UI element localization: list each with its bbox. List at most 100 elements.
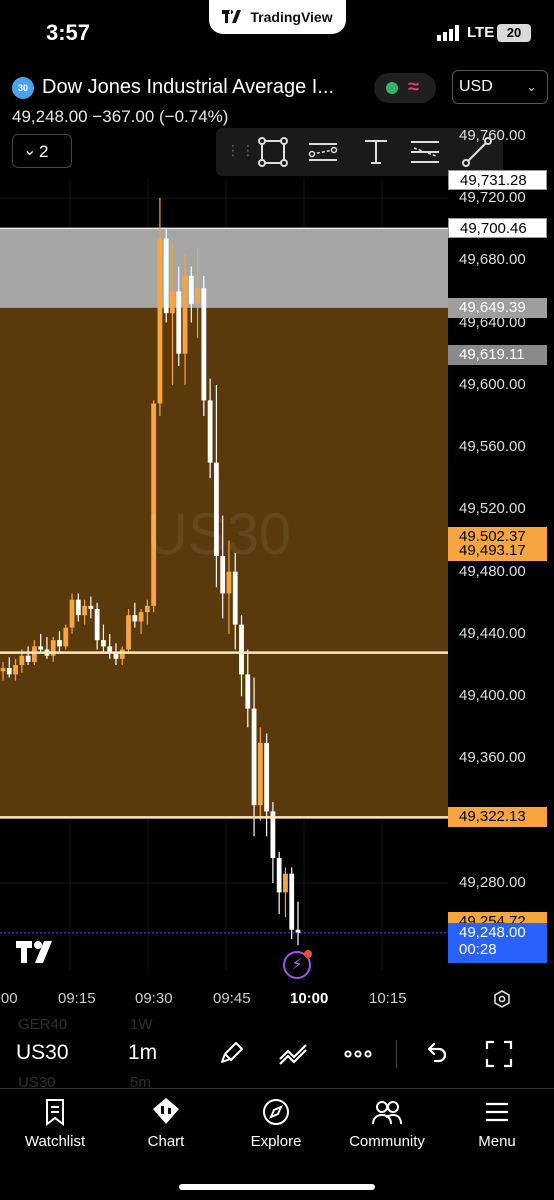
candle-body [75, 599, 81, 616]
candle-body [182, 275, 188, 354]
parallel-channel-tool-icon[interactable] [306, 136, 340, 168]
candle-body [201, 288, 207, 401]
candle-body [283, 873, 288, 893]
price-zone [0, 228, 448, 308]
price-tag: 49,649.39 [448, 297, 547, 318]
tab-explore[interactable]: Explore [221, 1097, 331, 1150]
candle-body [264, 742, 270, 812]
candle-body [245, 674, 251, 709]
candle-body [276, 858, 282, 893]
candle-body [195, 288, 200, 304]
wave-icon: ≈ [408, 76, 419, 98]
candles-icon [153, 1098, 179, 1124]
chevron-down-icon: ⌄ [23, 142, 37, 159]
symbol-selector[interactable]: US30 [16, 1041, 69, 1065]
tradingview-logo-icon [222, 10, 242, 23]
compass-icon [263, 1099, 289, 1125]
currency-select[interactable]: USD ⌄ [452, 70, 548, 104]
price-axis-label: 49,520.00 [459, 500, 526, 518]
network-type: LTE [467, 24, 495, 41]
price-tag: 49,731.28 [448, 170, 547, 191]
hamburger-icon [486, 1102, 508, 1122]
price-tag: 49,493.17 [448, 541, 547, 562]
market-open-dot-icon [386, 82, 398, 94]
rectangle-tool-icon[interactable] [256, 136, 290, 168]
candle-body [170, 291, 175, 314]
price-tag: 49,700.46 [448, 218, 547, 239]
candle-body [289, 873, 295, 930]
toolbar-divider [396, 1040, 397, 1068]
indicators-collapse-button[interactable]: ⌄ 2 [12, 134, 72, 168]
time-label: 09:00 [0, 990, 18, 1007]
undo-icon[interactable] [420, 1039, 450, 1069]
candle-body [19, 655, 25, 666]
brush-icon[interactable] [216, 1039, 246, 1069]
tradingview-logo-icon[interactable] [16, 941, 58, 963]
price-axis-label: 49,560.00 [459, 438, 526, 456]
candle-body [232, 571, 238, 625]
price-axis-label: 49,760.00 [459, 126, 526, 144]
candle-body [31, 646, 37, 662]
tab-watchlist[interactable]: Watchlist [0, 1097, 110, 1150]
last-price-tag: 49,248.00 00:28 [448, 922, 547, 963]
candle-body [188, 275, 194, 304]
home-indicator [179, 1184, 375, 1190]
candle-body [6, 668, 12, 675]
fib-retracement-tool-icon[interactable] [408, 136, 442, 168]
signal-icon [437, 25, 459, 41]
candle-body [157, 238, 163, 404]
candle-body [176, 291, 182, 354]
candle-body [38, 646, 44, 650]
app-pill[interactable]: TradingView [209, 0, 346, 34]
candle-body [88, 605, 94, 609]
more-options-icon[interactable] [343, 1039, 373, 1069]
price-axis-label: 49,400.00 [459, 687, 526, 705]
drag-handle-icon[interactable]: ⋮⋮ [226, 142, 256, 159]
candlestick-plot[interactable] [0, 178, 448, 970]
time-label: 09:15 [58, 990, 96, 1007]
indicators-icon[interactable] [278, 1039, 308, 1069]
time-label: 09:45 [213, 990, 251, 1007]
symbol-title[interactable]: Dow Jones Industrial Average I... [42, 76, 362, 99]
indicators-count: 2 [39, 142, 49, 161]
time-axis[interactable]: 09:00 09:15 09:30 09:45 10:00 10:15 [0, 990, 554, 1014]
chevron-down-icon: ⌄ [526, 79, 537, 94]
ghost-interval: 1W [130, 1016, 153, 1033]
price-chart[interactable]: US30 49,760.00 49,720.00 49,680.00 49,640.0… [0, 127, 554, 979]
interval-selector[interactable]: 1m [128, 1041, 157, 1065]
status-bar: 3:57 TradingView LTE 20 [0, 0, 554, 64]
price-tag: 49,619.11 [448, 345, 547, 366]
price-axis-label: 49,720.00 [459, 189, 526, 206]
battery-icon: 20 [497, 24, 531, 42]
time-label: 10:00 [290, 990, 329, 1007]
text-tool-icon[interactable] [359, 136, 393, 168]
price-tag: 49,322.13 [448, 807, 547, 828]
candle-body [251, 708, 257, 806]
bookmark-icon [46, 1099, 64, 1126]
tab-community[interactable]: Community [332, 1097, 442, 1150]
candle-body [257, 742, 263, 806]
fullscreen-icon[interactable] [484, 1039, 514, 1069]
price-axis-label: 49,680.00 [459, 251, 526, 269]
candle-body [207, 400, 213, 463]
tab-chart[interactable]: Chart [111, 1097, 221, 1150]
candle-body [163, 238, 169, 314]
candle-body [94, 609, 100, 641]
bar-countdown: 00:28 [459, 940, 497, 958]
price-axis-label: 49,280.00 [459, 874, 526, 891]
tab-menu[interactable]: Menu [442, 1097, 552, 1150]
chart-settings-icon[interactable] [493, 990, 511, 1008]
candle-body [101, 640, 106, 647]
candle-body [69, 599, 75, 628]
price-axis-label: 49,360.00 [459, 749, 526, 767]
candle-body [63, 627, 69, 647]
currency-value: USD [459, 78, 493, 95]
chart-watermark: US30 [146, 502, 292, 567]
flash-alert-icon[interactable]: ⚡ [283, 950, 312, 979]
candle-body [226, 571, 232, 594]
tab-label: Menu [478, 1133, 516, 1150]
market-status-pill[interactable]: ≈ [374, 73, 436, 103]
candle-body [132, 615, 138, 622]
candle-body [126, 615, 131, 650]
candle-body [119, 649, 125, 659]
